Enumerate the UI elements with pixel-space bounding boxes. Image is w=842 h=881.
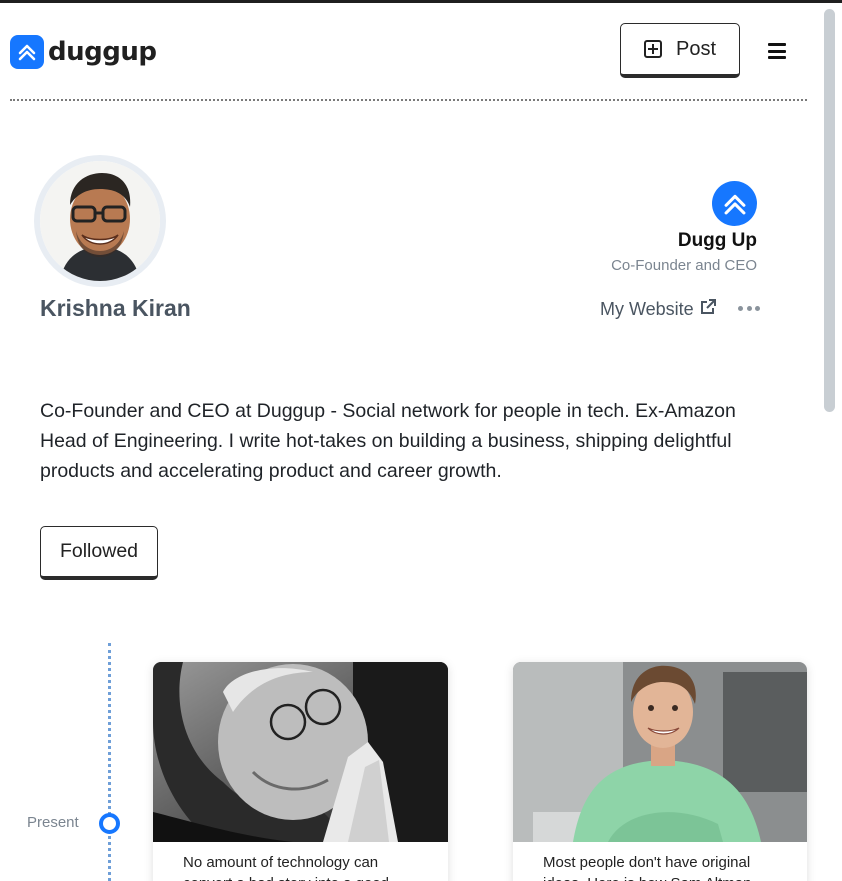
post-image xyxy=(513,662,807,842)
avatar[interactable] xyxy=(40,161,160,281)
company-name: Dugg Up xyxy=(677,230,757,251)
present-marker xyxy=(99,813,120,834)
present-label: Present xyxy=(27,814,79,831)
profile-name: Krishna Kiran xyxy=(40,295,191,321)
duggup-logo-icon xyxy=(10,35,44,69)
logo[interactable]: duggup xyxy=(10,35,157,69)
website-link[interactable]: My Website xyxy=(600,298,717,321)
post-card[interactable]: No amount of technology can convert a ba… xyxy=(153,662,448,881)
hamburger-menu-icon[interactable] xyxy=(768,43,788,59)
logo-text: duggup xyxy=(48,37,157,67)
company-logo-icon[interactable] xyxy=(712,181,757,226)
company-role: Co-Founder and CEO xyxy=(611,257,757,274)
scrollbar-thumb[interactable] xyxy=(824,9,835,412)
post-button-label: Post xyxy=(675,37,717,60)
plus-square-icon xyxy=(643,40,662,58)
post-text: No amount of technology can convert a ba… xyxy=(183,854,389,881)
post-text: Most people don't have original ideas. H… xyxy=(543,854,751,881)
more-options-icon[interactable] xyxy=(738,298,760,318)
timeline-line xyxy=(108,643,111,881)
website-label: My Website xyxy=(600,299,694,319)
follow-button[interactable]: Followed xyxy=(40,526,158,580)
header-divider xyxy=(10,99,807,101)
post-image xyxy=(153,662,448,842)
avatar-ring xyxy=(34,155,166,287)
profile-bio: Co-Founder and CEO at Duggup - Social ne… xyxy=(40,400,736,482)
post-button[interactable]: Post xyxy=(620,23,740,78)
external-link-icon xyxy=(699,298,717,321)
header: duggup Post xyxy=(0,3,822,100)
post-card[interactable]: Most people don't have original ideas. H… xyxy=(513,662,807,881)
